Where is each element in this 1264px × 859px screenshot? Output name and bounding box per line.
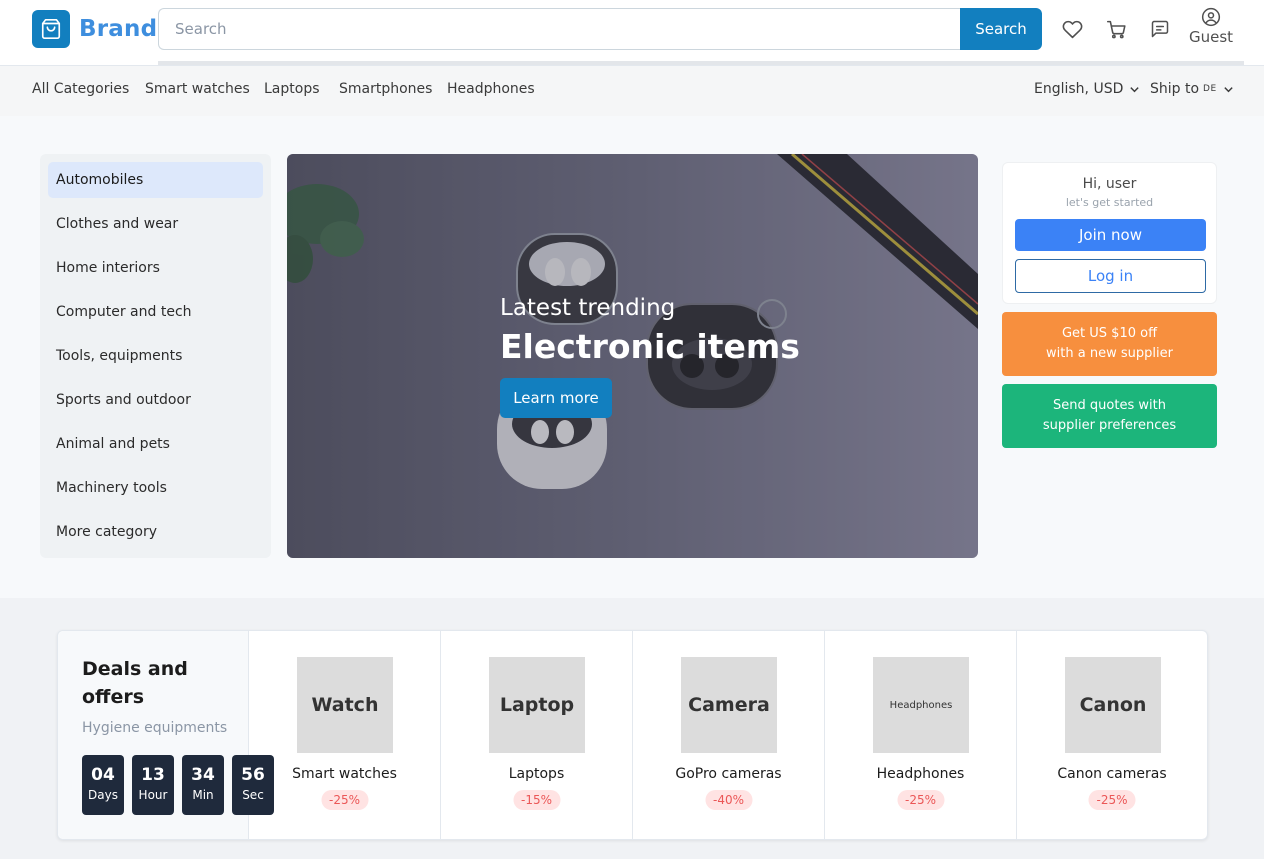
brand-logo[interactable]: Brand [32,10,157,48]
nav-all-categories[interactable]: All Categories [32,81,129,97]
deals-info: Deals and offers Hygiene equipments 04 D… [58,631,274,839]
timer-value: 13 [141,765,165,785]
timer-hours: 13 Hour [132,755,174,815]
category-item[interactable]: Machinery tools [48,470,263,506]
nav-headphones[interactable]: Headphones [447,81,535,97]
discount-badge: -25% [320,790,369,810]
timer-value: 34 [191,765,215,785]
promo-quotes-card[interactable]: Send quotes with supplier preferences [1002,384,1217,448]
hero-banner: Latest trending Electronic items Learn m… [287,154,978,558]
discount-badge: -40% [704,790,753,810]
category-sidebar: Automobiles Clothes and wear Home interi… [40,154,271,558]
timer-value: 04 [91,765,115,785]
category-item[interactable]: Automobiles [48,162,263,198]
search-button[interactable]: Search [960,8,1042,50]
deals-subtitle: Hygiene equipments [82,720,228,736]
timer-label: Hour [138,788,168,802]
nav-smart-watches[interactable]: Smart watches [145,81,250,97]
chevron-down-icon [1129,84,1140,95]
deal-item[interactable]: Laptop Laptops -15% [441,631,633,839]
message-icon[interactable] [1149,18,1171,40]
header-divider [158,61,1244,65]
deals-panel: Deals and offers Hygiene equipments 04 D… [57,630,1208,840]
banner-title: Electronic items [500,327,800,366]
search-input[interactable] [158,8,960,50]
category-item[interactable]: Tools, equipments [48,338,263,374]
deal-item[interactable]: Watch Smart watches -25% [249,631,441,839]
deal-image: Camera [681,657,777,753]
user-card: Hi, user let's get started Join now Log … [1002,162,1217,304]
timer-days: 04 Days [82,755,124,815]
ship-country: DE [1203,84,1217,94]
ship-to-label: Ship to [1150,81,1200,97]
ship-to-select[interactable]: Ship to DE [1150,81,1234,97]
timer-label: Min [192,788,214,802]
deal-name: GoPro cameras [675,766,782,782]
user-circle-icon [1201,7,1221,27]
deal-image: Laptop [489,657,585,753]
banner-subtitle: Latest trending [500,295,676,321]
user-tagline: let's get started [1065,196,1154,209]
login-button[interactable]: Log in [1015,259,1206,293]
category-item[interactable]: Home interiors [48,250,263,286]
heart-icon[interactable] [1061,18,1083,40]
nav-laptops[interactable]: Laptops [264,81,320,97]
category-item[interactable]: More category [48,514,263,550]
category-item[interactable]: Clothes and wear [48,206,263,242]
shopping-bag-icon [32,10,70,48]
deal-image: Canon [1065,657,1161,753]
deal-name: Canon cameras [1057,766,1167,782]
deal-name: Smart watches [292,766,397,782]
timer-minutes: 34 Min [182,755,224,815]
deal-item[interactable]: Headphones Headphones -25% [825,631,1017,839]
deal-item[interactable]: Canon Canon cameras -25% [1017,631,1207,839]
deal-name: Headphones [876,766,965,782]
discount-badge: -15% [512,790,561,810]
category-item[interactable]: Sports and outdoor [48,382,263,418]
search-bar: Search [158,8,1042,50]
language-currency-select[interactable]: English, USD [1034,81,1140,97]
chevron-down-icon [1223,84,1234,95]
join-now-button[interactable]: Join now [1015,219,1206,251]
deal-item[interactable]: Camera GoPro cameras -40% [633,631,825,839]
language-label: English, USD [1034,81,1124,97]
user-greeting: Hi, user [1082,176,1137,192]
promo-discount-card[interactable]: Get US $10 off with a new supplier [1002,312,1217,376]
promo-discount-line2: with a new supplier [1046,346,1173,361]
promo-quotes-line2: supplier preferences [1042,418,1177,433]
category-item[interactable]: Animal and pets [48,426,263,462]
deal-name: Laptops [508,766,565,782]
deal-image: Headphones [873,657,969,753]
guest-label: Guest [1188,28,1234,46]
promo-quotes-line1: Send quotes with [1053,398,1166,413]
discount-badge: -25% [896,790,945,810]
deal-image: Watch [297,657,393,753]
discount-badge: -25% [1088,790,1136,810]
category-nav: All Categories Smart watches Laptops Sma… [0,66,1264,116]
timer-label: Days [88,788,118,802]
learn-more-button[interactable]: Learn more [500,378,612,418]
header: Brand Search Guest [0,0,1264,66]
nav-smartphones[interactable]: Smartphones [339,81,432,97]
promo-discount-line1: Get US $10 off [1061,326,1158,341]
category-item[interactable]: Computer and tech [48,294,263,330]
brand-name: Brand [79,16,158,42]
cart-icon[interactable] [1105,18,1127,40]
deals-title: Deals and offers [82,658,188,708]
guest-account[interactable]: Guest [1186,7,1236,46]
